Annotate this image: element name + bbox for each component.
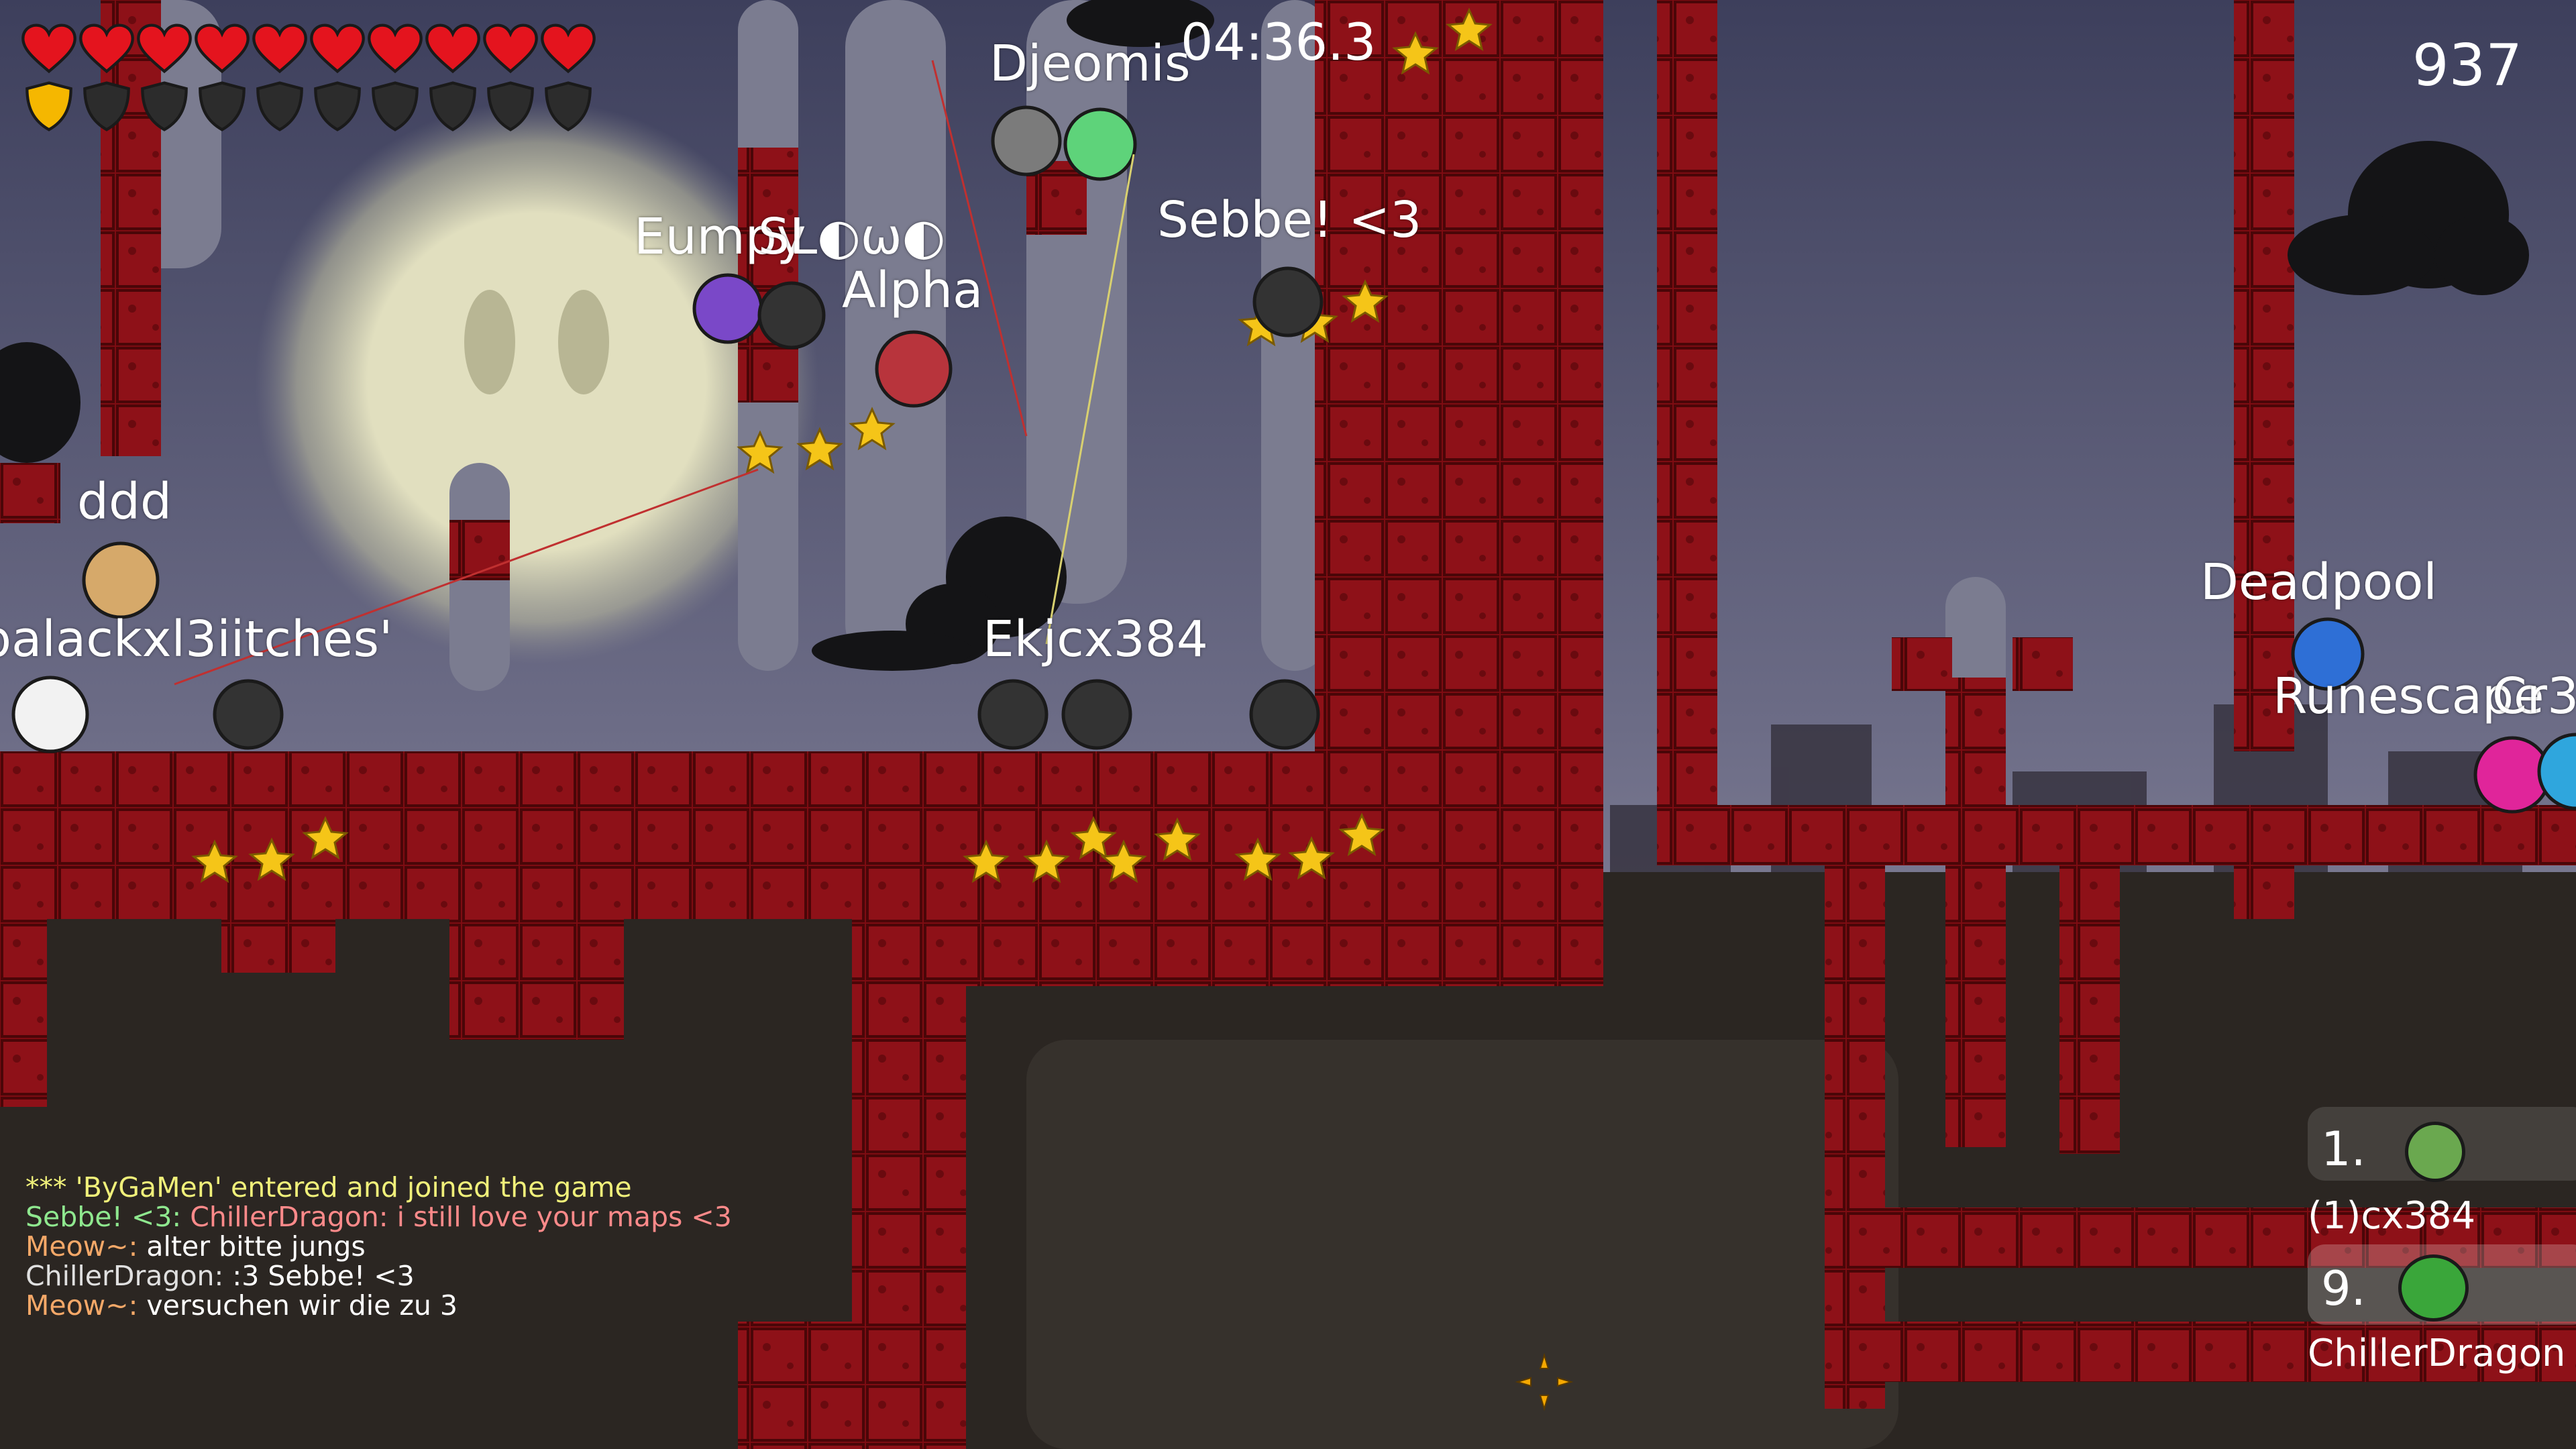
chat-message: alter bitte jungs: [146, 1230, 366, 1263]
heart-icon: [195, 23, 250, 74]
player-name-sl: SL◐ω◐: [758, 208, 946, 266]
armor-shield-icon: [545, 81, 592, 131]
ground-panel: [1026, 1040, 1898, 1449]
armor-shield-icon: [199, 81, 246, 131]
moon: [255, 101, 818, 664]
heart-icon: [79, 23, 134, 74]
armor-shield-icon: [487, 81, 534, 131]
chat-line: *** 'ByGaMen' entered and joined the gam…: [25, 1173, 732, 1202]
score-counter: 937: [2412, 32, 2522, 99]
chat-sender: Sebbe! <3:: [25, 1201, 191, 1233]
chat-message: :3 Sebbe! <3: [232, 1260, 415, 1292]
chat-line: Sebbe! <3: ChillerDragon: i still love y…: [25, 1202, 732, 1232]
chat-line: Meow~: alter bitte jungs: [25, 1232, 732, 1261]
heart-icon: [368, 23, 423, 74]
rank-1-avatar: [2405, 1122, 2465, 1182]
chat-message: ChillerDragon: i still love your maps <3: [190, 1201, 732, 1233]
rank-name-9: ChillerDragon: [2308, 1332, 2566, 1375]
player-name-deadpool: Deadpool: [2200, 553, 2437, 611]
armor-shield-icon: [314, 81, 361, 131]
player-name-ekjcx384: Ekjcx384: [983, 610, 1208, 668]
armor-bar: [20, 79, 597, 133]
health-bar: [20, 21, 597, 75]
heart-icon: [252, 23, 307, 74]
heart-icon: [541, 23, 596, 74]
armor-shield-icon: [429, 81, 476, 131]
moon-eye: [464, 290, 515, 394]
player-name-ddd: ddd: [77, 473, 172, 531]
chat-sender: ChillerDragon:: [25, 1260, 233, 1292]
player-name-cr3: Cr3: [2492, 667, 2576, 725]
player-name-palackxl3iitches: palackxl3iitches': [0, 610, 393, 668]
chat-sender: Meow~:: [25, 1230, 147, 1263]
chat-sender: *** 'ByGaMen' entered and joined the gam…: [25, 1171, 632, 1203]
heart-icon: [137, 23, 192, 74]
player-name-alpha: Alpha: [842, 262, 983, 319]
chat-message: versuchen wir die zu 3: [146, 1289, 458, 1322]
moon-eye: [558, 290, 609, 394]
armor-shield-icon: [25, 81, 72, 131]
heart-icon: [483, 23, 538, 74]
chat-log: *** 'ByGaMen' entered and joined the gam…: [25, 1173, 732, 1320]
rank-number-9: 9.: [2321, 1261, 2366, 1316]
heart-icon: [425, 23, 480, 74]
heart-icon: [21, 23, 76, 74]
rank-9-avatar: [2398, 1254, 2469, 1322]
player-name-sebbe: Sebbe! <3: [1157, 191, 1422, 249]
armor-shield-icon: [83, 81, 130, 131]
player-name-djeomis: Djeomis: [989, 35, 1191, 93]
chat-sender: Meow~:: [25, 1289, 147, 1322]
rank-name-1: (1)cx384: [2308, 1194, 2476, 1238]
chat-line: ChillerDragon: :3 Sebbe! <3: [25, 1261, 732, 1291]
crosshair-icon: [1515, 1352, 1574, 1411]
armor-shield-icon: [372, 81, 419, 131]
heart-icon: [310, 23, 365, 74]
rank-number-1: 1.: [2321, 1122, 2366, 1177]
armor-shield-icon: [256, 81, 303, 131]
race-timer: 04:36.3: [1181, 12, 1377, 72]
armor-shield-icon: [141, 81, 188, 131]
chat-line: Meow~: versuchen wir die zu 3: [25, 1291, 732, 1320]
